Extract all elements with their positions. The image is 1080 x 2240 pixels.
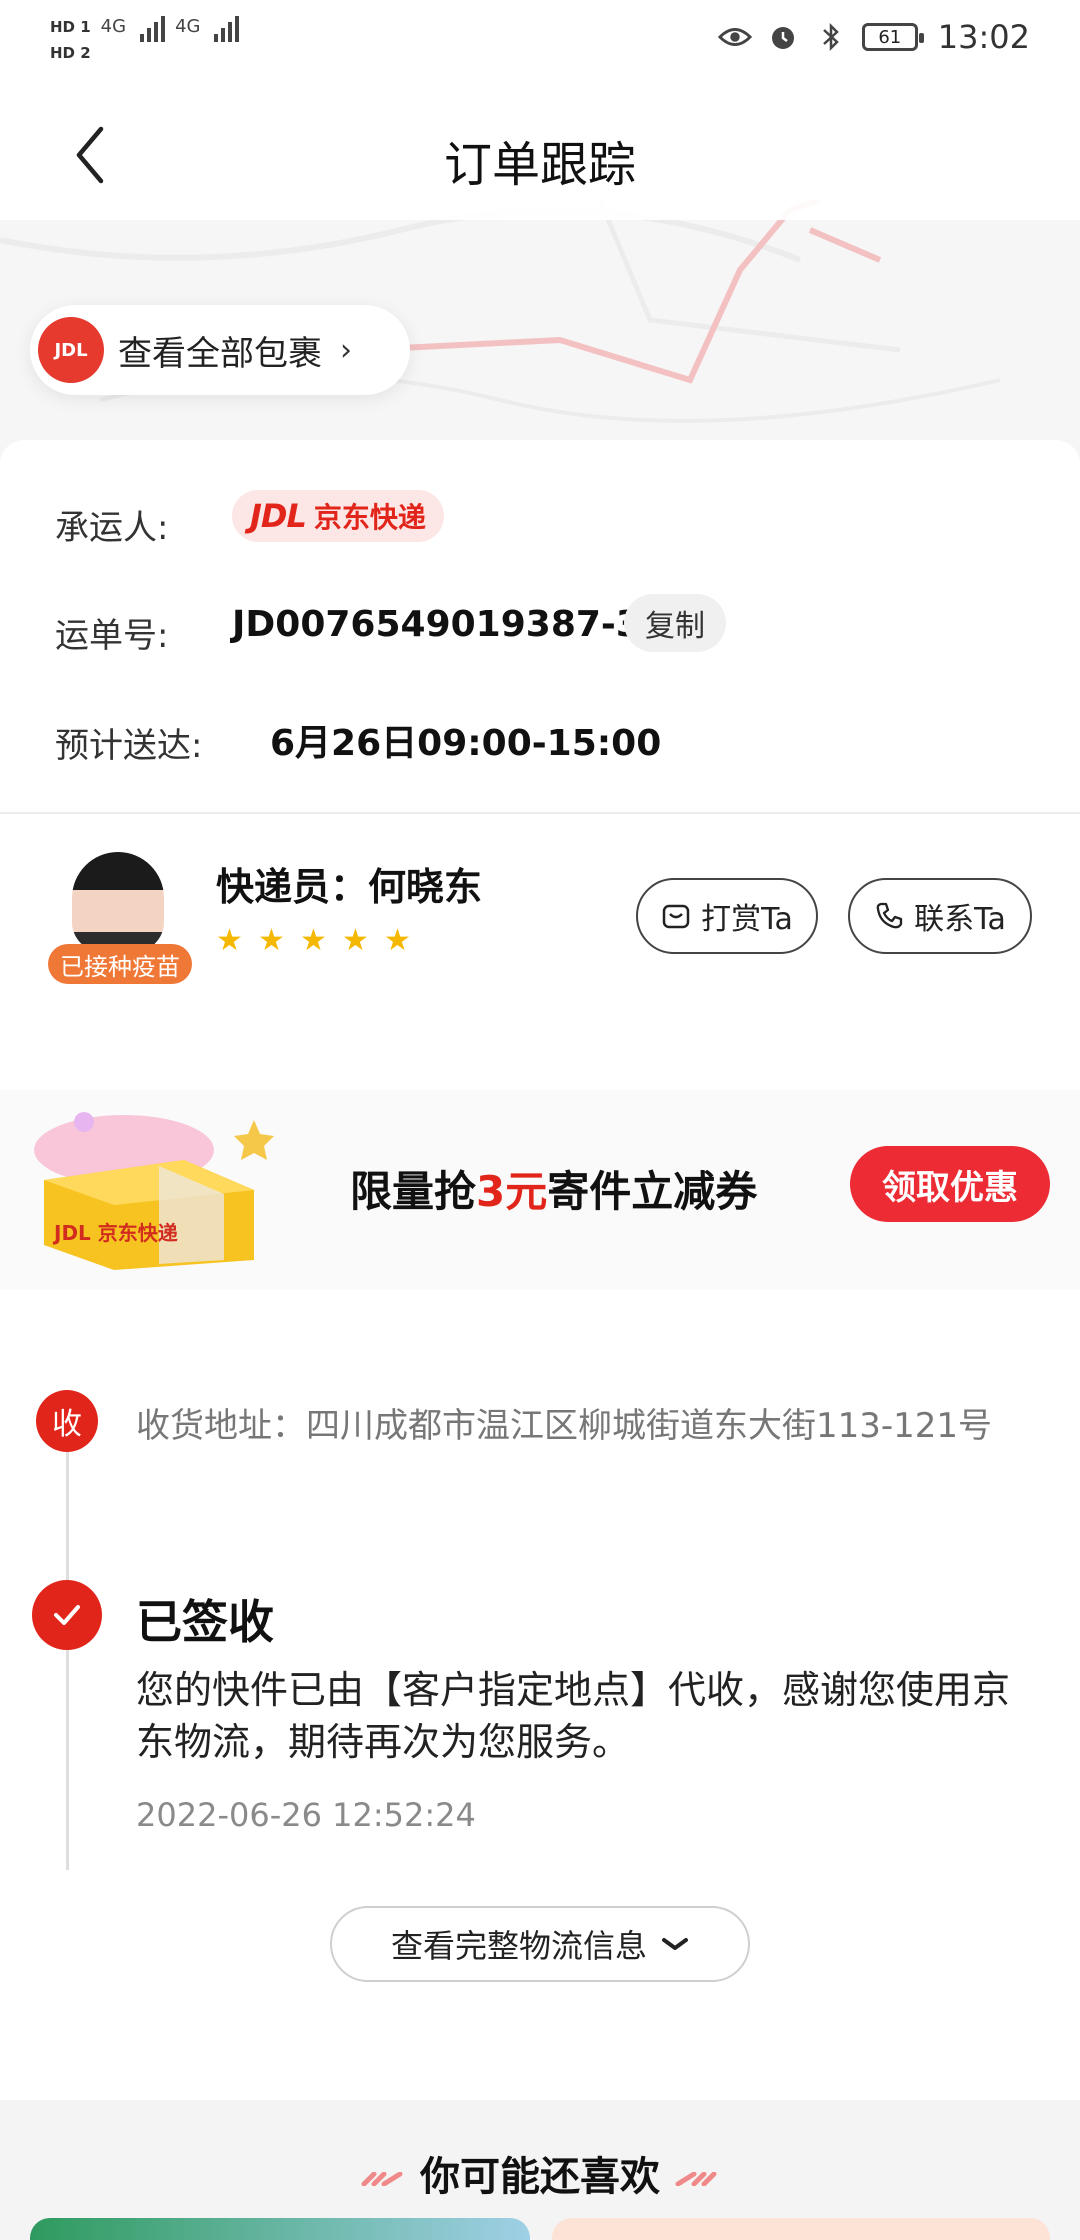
vaccine-badge: 已接种疫苗 <box>48 944 192 984</box>
recommendations-title: 你可能还喜欢 <box>0 2144 1080 2202</box>
signed-timestamp: 2022-06-26 12:52:24 <box>136 1796 476 1834</box>
clock: 13:02 <box>937 18 1030 56</box>
delivery-address: 收货地址：四川成都市温江区柳城街道东大街113-121号 <box>136 1406 993 1446</box>
nav-header: 订单跟踪 <box>0 80 1080 220</box>
system-status: 61 13:02 <box>717 18 1030 56</box>
sim2-label: HD 2 <box>50 42 91 64</box>
chevron-down-icon <box>662 1938 688 1950</box>
sim1-label: HD 1 <box>50 16 91 38</box>
carrier-name: 京东快递 <box>313 501 426 534</box>
recommendation-card[interactable] <box>552 2218 1050 2240</box>
view-all-packages-label: 查看全部包裹 <box>118 333 322 374</box>
courier-name: 快递员：何晓东 <box>216 865 483 909</box>
signed-status-description: 您的快件已由【客户指定地点】代收，感谢您使用京东物流，期待再次为您服务。 <box>136 1668 1011 1764</box>
battery-indicator: 61 <box>861 23 924 51</box>
shipment-info-card: 承运人: JDL 京东快递 运单号: JD0076549019387-3 复制 … <box>0 440 1080 810</box>
box-brand: JDL 京东快递 <box>52 1221 178 1245</box>
page-title: 订单跟踪 <box>443 137 636 193</box>
chevron-right-icon: › <box>340 332 352 368</box>
decoration-icon <box>361 2172 403 2186</box>
carrier-badge: JDL 京东快递 <box>232 490 444 542</box>
courier-avatar <box>72 852 164 952</box>
phone-icon <box>876 902 903 929</box>
check-icon <box>32 1580 102 1650</box>
sim-status: HD 1 4G 4G HD 2 <box>50 12 240 64</box>
star-icon: ★ <box>342 923 369 958</box>
wallet-icon <box>662 904 690 929</box>
contact-button[interactable]: 联系Ta <box>848 878 1032 954</box>
net1-label: 4G <box>100 16 127 37</box>
status-bar: HD 1 4G 4G HD 2 61 13:02 <box>0 0 1080 80</box>
promo-text: 限量抢3元寄件立减券 <box>350 1158 757 1219</box>
claim-coupon-button[interactable]: 领取优惠 <box>850 1146 1050 1222</box>
jdl-logo: JDL <box>250 497 307 535</box>
courier-card: 已接种疫苗 快递员：何晓东 ★ ★ ★ ★ ★ 打赏Ta 联系Ta <box>0 814 1080 1034</box>
recommendation-card[interactable] <box>30 2218 530 2240</box>
signed-status-title: 已签收 <box>136 1595 274 1649</box>
tracking-number: JD0076549019387-3 <box>232 604 641 645</box>
courier-rating: ★ ★ ★ ★ ★ <box>216 926 414 956</box>
tracking-timeline: 收 收货地址：四川成都市温江区柳城街道东大街113-121号 已签收 您的快件已… <box>0 1310 1080 2090</box>
promo-banner[interactable]: JDL 京东快递 限量抢3元寄件立减券 领取优惠 <box>0 1090 1080 1290</box>
bluetooth-icon <box>814 20 848 54</box>
receive-badge: 收 <box>36 1390 98 1452</box>
view-full-tracking-label: 查看完整物流信息 <box>390 1927 647 1965</box>
alarm-icon <box>766 20 800 54</box>
recommendations-title-text: 你可能还喜欢 <box>420 2154 660 2200</box>
jdl-package-icon: JDL <box>38 317 104 383</box>
signal-icon <box>140 12 166 42</box>
recommendations-section: 你可能还喜欢 <box>0 2100 1080 2240</box>
promo-text-before: 限量抢 <box>350 1167 477 1216</box>
eye-icon <box>717 20 752 54</box>
tip-button[interactable]: 打赏Ta <box>636 878 818 954</box>
gift-box-illustration: JDL 京东快递 <box>34 1112 274 1270</box>
carrier-label: 承运人: <box>55 508 169 548</box>
copy-button[interactable]: 复制 <box>624 594 726 652</box>
contact-label: 联系Ta <box>914 902 1006 937</box>
promo-text-after: 寄件立减券 <box>547 1167 758 1216</box>
promo-text-highlight: 3元 <box>476 1167 548 1216</box>
decoration-icon <box>675 2172 717 2186</box>
star-icon: ★ <box>384 923 411 958</box>
view-all-packages-button[interactable]: JDL 查看全部包裹 › <box>30 305 410 395</box>
eta-label: 预计送达: <box>55 726 203 766</box>
view-full-tracking-button[interactable]: 查看完整物流信息 <box>330 1906 750 1982</box>
eta-value: 6月26日09:00-15:00 <box>270 723 662 764</box>
tracking-label: 运单号: <box>55 616 169 656</box>
star-icon: ★ <box>258 923 285 958</box>
star-icon: ★ <box>300 923 327 958</box>
signal-icon-2 <box>214 12 240 42</box>
tip-label: 打赏Ta <box>701 902 793 937</box>
net2-label: 4G <box>175 16 201 37</box>
star-icon: ★ <box>216 923 243 958</box>
